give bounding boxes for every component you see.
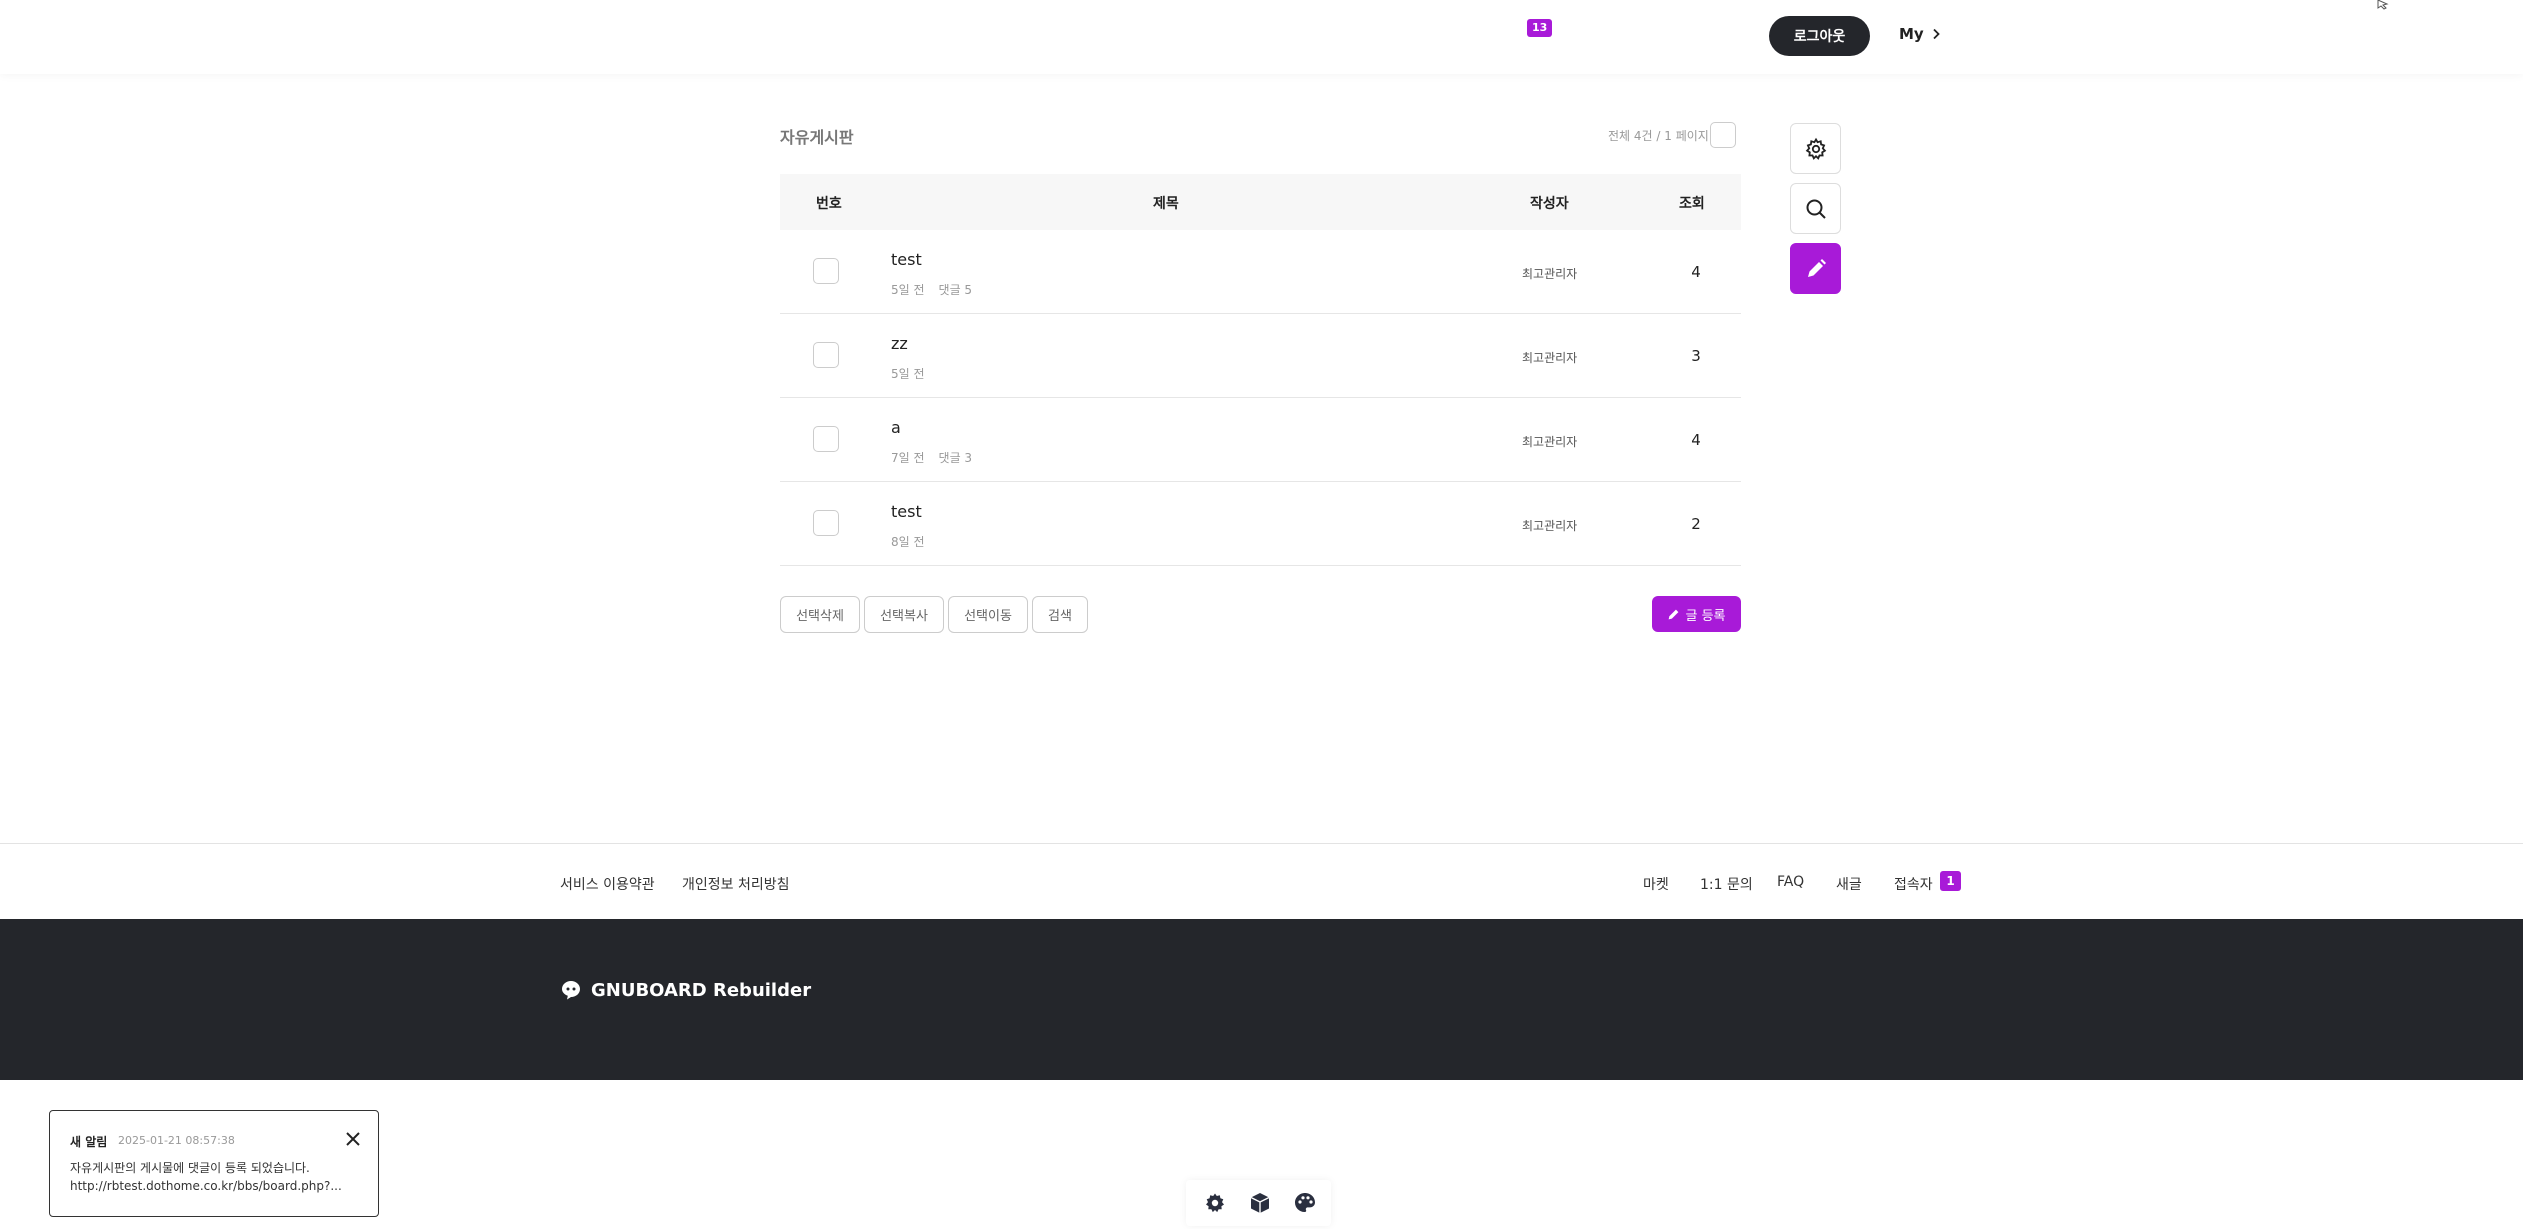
post-title-link[interactable]: test bbox=[891, 250, 922, 269]
board-settings-button[interactable] bbox=[1790, 123, 1841, 174]
post-date: 8일 전 bbox=[891, 535, 925, 549]
site-header: 13 로그아웃 My bbox=[0, 0, 2523, 74]
close-icon[interactable] bbox=[343, 1129, 363, 1149]
post-views: 4 bbox=[1691, 431, 1701, 449]
post-meta: 5일 전 댓글 5 bbox=[891, 281, 972, 298]
post-author[interactable]: 최고관리자 bbox=[1522, 265, 1577, 282]
my-label: My bbox=[1899, 25, 1924, 43]
pencil-icon bbox=[1669, 609, 1679, 619]
chat-bubble-logo-icon bbox=[562, 981, 580, 1000]
mouse-cursor-icon bbox=[2377, 0, 2389, 10]
board-write-button[interactable] bbox=[1790, 243, 1841, 294]
notification-badge[interactable]: 13 bbox=[1527, 19, 1553, 37]
post-views: 2 bbox=[1691, 515, 1701, 533]
post-meta: 5일 전 bbox=[891, 365, 939, 382]
pencil-icon bbox=[1807, 258, 1826, 277]
table-row[interactable]: test 5일 전 댓글 5 최고관리자 4 bbox=[780, 230, 1741, 314]
post-views: 4 bbox=[1691, 263, 1701, 281]
row-checkbox[interactable] bbox=[813, 258, 839, 284]
table-header: 번호 제목 작성자 조회 bbox=[780, 174, 1741, 230]
board-search-button[interactable] bbox=[1790, 183, 1841, 234]
post-meta: 8일 전 bbox=[891, 533, 939, 550]
row-checkbox[interactable] bbox=[813, 426, 839, 452]
move-selected-button[interactable]: 선택이동 bbox=[948, 596, 1028, 633]
toast-url[interactable]: http://rbtest.dothome.co.kr/bbs/board.ph… bbox=[70, 1179, 342, 1193]
table-row[interactable]: test 8일 전 최고관리자 2 bbox=[780, 482, 1741, 566]
footer-links-bar: 서비스 이용약관 개인정보 처리방침 마켓 1:1 문의 FAQ 새글 접속자 … bbox=[0, 843, 2523, 919]
terms-link[interactable]: 서비스 이용약관 bbox=[560, 874, 655, 894]
bottom-toolbar bbox=[1186, 1180, 1331, 1226]
brand-name: GNUBOARD Rebuilder bbox=[591, 979, 812, 1001]
toast-time: 2025-01-21 08:57:38 bbox=[118, 1134, 235, 1147]
visitors-link[interactable]: 접속자 bbox=[1894, 874, 1933, 894]
delete-selected-button[interactable]: 선택삭제 bbox=[780, 596, 860, 633]
search-button[interactable]: 검색 bbox=[1032, 596, 1088, 633]
post-title-link[interactable]: test bbox=[891, 502, 922, 521]
board-count: 전체 4건 / 1 페이지 bbox=[1608, 129, 1709, 143]
footer-brand[interactable]: GNUBOARD Rebuilder bbox=[560, 979, 811, 1001]
post-date: 7일 전 bbox=[891, 451, 925, 465]
gear-icon bbox=[1805, 137, 1826, 160]
select-all-checkbox[interactable] bbox=[1710, 122, 1736, 148]
my-menu-link[interactable]: My bbox=[1899, 25, 1942, 43]
cube-icon[interactable] bbox=[1248, 1191, 1272, 1215]
faq-link[interactable]: FAQ bbox=[1777, 874, 1804, 890]
board-title: 자유게시판 bbox=[780, 128, 854, 147]
column-num: 번호 bbox=[816, 196, 842, 212]
post-date: 5일 전 bbox=[891, 367, 925, 381]
post-author[interactable]: 최고관리자 bbox=[1522, 349, 1577, 366]
table-row[interactable]: zz 5일 전 최고관리자 3 bbox=[780, 314, 1741, 398]
privacy-link[interactable]: 개인정보 처리방침 bbox=[682, 874, 790, 894]
post-author[interactable]: 최고관리자 bbox=[1522, 433, 1577, 450]
row-checkbox[interactable] bbox=[813, 342, 839, 368]
post-title-link[interactable]: zz bbox=[891, 334, 908, 353]
column-subject: 제목 bbox=[1153, 196, 1179, 212]
post-comments: 댓글 5 bbox=[938, 283, 973, 297]
footer-brand-area: GNUBOARD Rebuilder bbox=[0, 919, 2523, 1080]
palette-icon[interactable] bbox=[1293, 1191, 1317, 1215]
copy-selected-button[interactable]: 선택복사 bbox=[864, 596, 944, 633]
toast-message: 자유게시판의 게시물에 댓글이 등록 되었습니다. bbox=[70, 1161, 310, 1175]
visitor-count-badge: 1 bbox=[1940, 871, 1961, 891]
write-label: 글 등록 bbox=[1685, 608, 1726, 624]
market-link[interactable]: 마켓 bbox=[1643, 874, 1669, 894]
logout-button[interactable]: 로그아웃 bbox=[1769, 16, 1870, 56]
search-icon bbox=[1806, 199, 1826, 219]
post-meta: 7일 전 댓글 3 bbox=[891, 449, 972, 466]
gear-icon[interactable] bbox=[1203, 1191, 1227, 1215]
notification-toast[interactable]: 새 알림 2025-01-21 08:57:38 자유게시판의 게시물에 댓글이… bbox=[49, 1110, 379, 1217]
column-author: 작성자 bbox=[1530, 196, 1569, 212]
post-comments: 댓글 3 bbox=[938, 451, 973, 465]
post-date: 5일 전 bbox=[891, 283, 925, 297]
toast-heading: 새 알림 bbox=[70, 1135, 108, 1149]
post-views: 3 bbox=[1691, 347, 1701, 365]
write-post-button[interactable]: 글 등록 bbox=[1652, 596, 1741, 632]
post-title-link[interactable]: a bbox=[891, 418, 901, 437]
inquiry-link[interactable]: 1:1 문의 bbox=[1700, 874, 1753, 894]
column-views: 조회 bbox=[1679, 196, 1705, 212]
post-author[interactable]: 최고관리자 bbox=[1522, 517, 1577, 534]
new-posts-link[interactable]: 새글 bbox=[1836, 874, 1862, 894]
row-checkbox[interactable] bbox=[813, 510, 839, 536]
table-row[interactable]: a 7일 전 댓글 3 최고관리자 4 bbox=[780, 398, 1741, 482]
chevron-right-icon bbox=[1933, 28, 1940, 40]
